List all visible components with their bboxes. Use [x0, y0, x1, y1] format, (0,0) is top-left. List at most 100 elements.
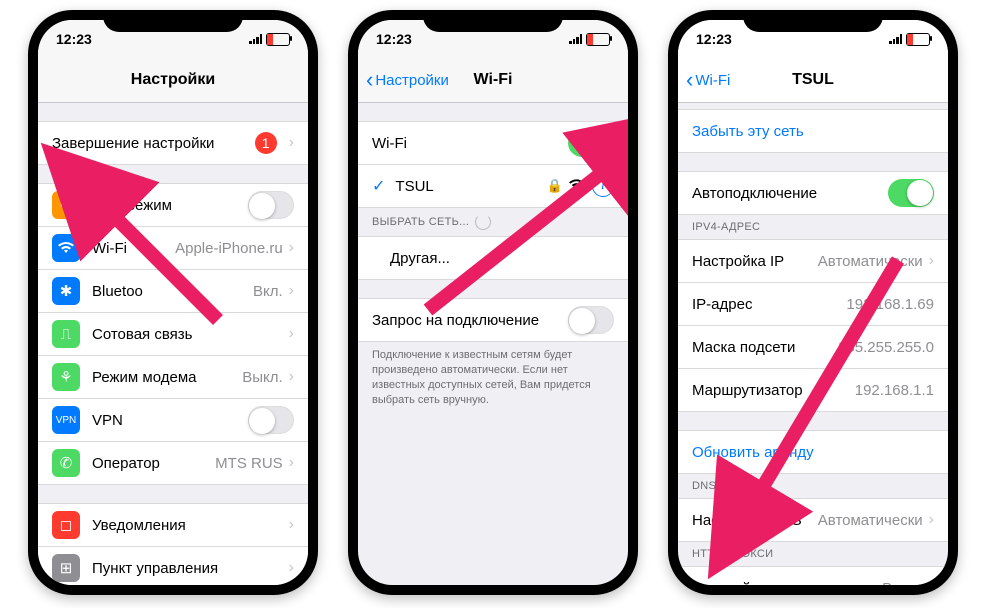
- connected-network-row[interactable]: ✓ TSUL 🔒 i: [358, 165, 628, 208]
- network-name: TSUL: [395, 178, 546, 195]
- battery-icon: [586, 33, 610, 46]
- control-label: Пункт управления: [92, 560, 283, 577]
- autojoin-toggle[interactable]: [888, 179, 934, 207]
- content[interactable]: Wi-Fi ✓ TSUL 🔒 i ВЫБРАТЬ СЕТЬ... Другая.…: [358, 103, 628, 585]
- status-right: [889, 33, 930, 46]
- content[interactable]: Забыть эту сеть Автоподключение IPV4-АДР…: [678, 103, 948, 585]
- control-icon: ⊞: [52, 554, 80, 582]
- chevron-right-icon: ›: [929, 511, 934, 529]
- status-right: [569, 33, 610, 46]
- choose-network-header: ВЫБРАТЬ СЕТЬ...: [358, 208, 628, 236]
- info-icon[interactable]: i: [592, 175, 614, 197]
- battery-icon: [906, 33, 930, 46]
- cellular-label: Сотовая связь: [92, 326, 283, 343]
- battery-icon: [266, 33, 290, 46]
- configure-ip-value: Автоматически: [818, 253, 923, 270]
- mask-value: 255.255.255.0: [838, 339, 934, 356]
- back-button[interactable]: ‹Wi-Fi: [686, 67, 730, 93]
- dns-value: Автоматически: [818, 512, 923, 529]
- chevron-right-icon: ›: [289, 516, 294, 534]
- other-label: Другая...: [390, 250, 614, 267]
- configure-ip-label: Настройка IP: [692, 253, 818, 270]
- ipv4-header: IPV4-АДРЕС: [678, 215, 948, 239]
- signal-icon: [889, 34, 902, 44]
- notch: [103, 10, 243, 32]
- page-title: Настройки: [131, 71, 215, 89]
- vpn-toggle[interactable]: [248, 406, 294, 434]
- airplane-toggle[interactable]: [248, 191, 294, 219]
- vpn-row[interactable]: VPN VPN: [38, 399, 308, 442]
- wifi-toggle-row[interactable]: Wi-Fi: [358, 121, 628, 165]
- hotspot-detail: Выкл.: [242, 369, 282, 386]
- notch: [423, 10, 563, 32]
- content[interactable]: Завершение настройки 1 › ✈ Авиарежим Wi-…: [38, 103, 308, 585]
- carrier-icon: ✆: [52, 449, 80, 477]
- status-time: 12:23: [696, 31, 732, 47]
- nav-header: ‹Настройки Wi-Fi: [358, 58, 628, 103]
- renew-lease-row[interactable]: Обновить аренду: [678, 430, 948, 474]
- back-label: Настройки: [375, 72, 449, 89]
- ask-to-join-row[interactable]: Запрос на подключение: [358, 298, 628, 342]
- forget-label: Забыть эту сеть: [692, 123, 934, 140]
- chevron-right-icon: ›: [929, 579, 934, 585]
- chevron-right-icon: ›: [929, 252, 934, 270]
- other-network-row[interactable]: Другая...: [358, 236, 628, 280]
- bluetooth-row[interactable]: ✱ Bluetoo Вкл. ›: [38, 270, 308, 313]
- cellular-icon: ⎍: [52, 320, 80, 348]
- finish-setup-row[interactable]: Завершение настройки 1 ›: [38, 121, 308, 165]
- ask-toggle[interactable]: [568, 306, 614, 334]
- carrier-detail: MTS RUS: [215, 455, 283, 472]
- page-title: TSUL: [792, 71, 834, 89]
- renew-label: Обновить аренду: [692, 444, 934, 461]
- airplane-icon: ✈: [52, 191, 80, 219]
- screen: 12:23 ‹Wi-Fi TSUL Забыть эту сеть Автопо…: [678, 20, 948, 585]
- wifi-signal-icon: [569, 178, 584, 194]
- hotspot-icon: ⚘: [52, 363, 80, 391]
- carrier-row[interactable]: ✆ Оператор MTS RUS ›: [38, 442, 308, 485]
- chevron-right-icon: ›: [289, 559, 294, 577]
- status-time: 12:23: [376, 31, 412, 47]
- router-label: Маршрутизатор: [692, 382, 855, 399]
- back-button[interactable]: ‹Настройки: [366, 67, 449, 93]
- cellular-row[interactable]: ⎍ Сотовая связь ›: [38, 313, 308, 356]
- chevron-right-icon: ›: [289, 368, 294, 386]
- configure-dns-row[interactable]: Настройка DNS Автоматически ›: [678, 498, 948, 542]
- proxy-header: HTTP-ПРОКСИ: [678, 542, 948, 566]
- vpn-label: VPN: [92, 412, 248, 429]
- nav-header: Настройки: [38, 58, 308, 103]
- back-label: Wi-Fi: [695, 72, 730, 89]
- proxy-value: Выкл.: [882, 580, 922, 586]
- mask-label: Маска подсети: [692, 339, 838, 356]
- wifi-label: Wi-Fi: [372, 135, 568, 152]
- phone-wifi-detail: 12:23 ‹Wi-Fi TSUL Забыть эту сеть Автопо…: [668, 10, 958, 595]
- wifi-label: Wi-Fi: [92, 240, 175, 257]
- wifi-detail: Apple-iPhone.ru: [175, 240, 283, 257]
- signal-icon: [569, 34, 582, 44]
- wifi-row[interactable]: Wi-Fi Apple-iPhone.ru ›: [38, 227, 308, 270]
- configure-ip-row[interactable]: Настройка IP Автоматически ›: [678, 239, 948, 283]
- ip-value: 192.168.1.69: [846, 296, 934, 313]
- ip-address-row: IP-адрес 192.168.1.69: [678, 283, 948, 326]
- dns-label: Настройка DNS: [692, 512, 818, 529]
- router-row: Маршрутизатор 192.168.1.1: [678, 369, 948, 412]
- configure-proxy-row[interactable]: Настройка прокси Выкл. ›: [678, 566, 948, 585]
- control-center-row[interactable]: ⊞ Пункт управления ›: [38, 547, 308, 585]
- ask-footer-note: Подключение к известным сетям будет прои…: [358, 342, 628, 413]
- wifi-toggle[interactable]: [568, 129, 614, 157]
- forget-network-row[interactable]: Забыть эту сеть: [678, 109, 948, 153]
- ask-label: Запрос на подключение: [372, 312, 568, 329]
- chevron-right-icon: ›: [289, 282, 294, 300]
- airplane-row[interactable]: ✈ Авиарежим: [38, 183, 308, 227]
- signal-icon: [249, 34, 262, 44]
- notifications-row[interactable]: ◻ Уведомления ›: [38, 503, 308, 547]
- hotspot-row[interactable]: ⚘ Режим модема Выкл. ›: [38, 356, 308, 399]
- subnet-row: Маска подсети 255.255.255.0: [678, 326, 948, 369]
- chevron-left-icon: ‹: [686, 67, 693, 93]
- wifi-icon: [52, 234, 80, 262]
- screen: 12:23 ‹Настройки Wi-Fi Wi-Fi ✓ TSUL 🔒: [358, 20, 628, 585]
- ip-label: IP-адрес: [692, 296, 846, 313]
- check-icon: ✓: [372, 176, 385, 196]
- carrier-label: Оператор: [92, 455, 215, 472]
- autojoin-row[interactable]: Автоподключение: [678, 171, 948, 215]
- spinner-icon: [475, 214, 491, 230]
